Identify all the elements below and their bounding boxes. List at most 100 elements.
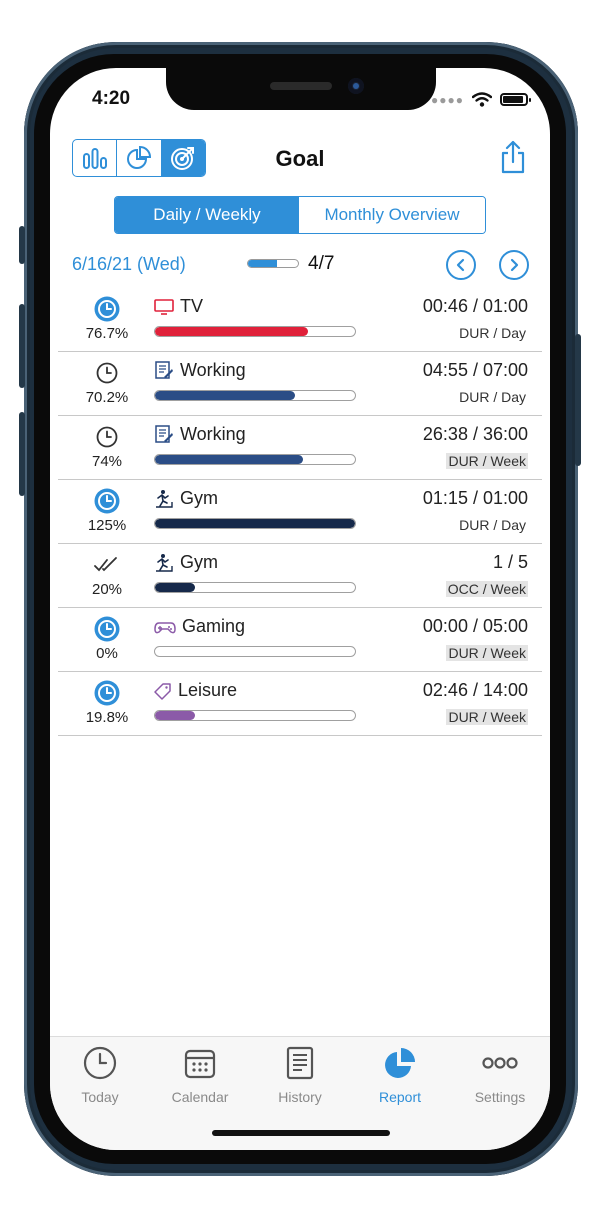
speaker — [270, 82, 332, 90]
clock-filled-icon — [94, 680, 120, 706]
current-date[interactable]: 6/16/21 (Wed) — [72, 254, 186, 275]
monthly-overview-tab[interactable]: Monthly Overview — [299, 197, 485, 233]
wifi-icon — [472, 92, 492, 107]
goals-completed-count: 4/7 — [308, 253, 335, 274]
goal-row[interactable]: 0% Gaming 00:00 / 05:00 DUR / Week — [58, 608, 542, 672]
goal-value: 1 / 5 — [492, 552, 528, 572]
status-time: 4:20 — [92, 88, 131, 109]
report-pie-icon — [350, 1045, 450, 1081]
signal-dots-icon: ●●●● — [431, 92, 464, 107]
goal-unit: DUR / Day — [459, 325, 526, 341]
volume-down-button — [19, 412, 25, 496]
goal-row[interactable]: 125% Gym 01:15 / 01:00 DUR / Day — [58, 480, 542, 544]
tab-calendar[interactable]: Calendar — [150, 1045, 250, 1105]
battery-icon — [500, 93, 531, 106]
goal-name-label: Working — [180, 360, 246, 380]
mute-switch — [19, 226, 25, 264]
goal-name-label: Gaming — [182, 616, 246, 636]
tab-label: Settings — [474, 1089, 526, 1105]
tab-history[interactable]: History — [250, 1045, 350, 1105]
goal-row[interactable]: 20% Gym 1 / 5 OCC / Week — [58, 544, 542, 608]
goal-name-label: Leisure — [178, 680, 238, 700]
goal-name: TV — [154, 296, 203, 317]
goal-progress-bar — [154, 390, 356, 401]
more-icon — [450, 1045, 550, 1081]
goal-percent: 74% — [91, 453, 123, 470]
goal-value: 26:38 / 36:00 — [422, 424, 528, 444]
tab-settings[interactable]: Settings — [450, 1045, 550, 1105]
chevron-right-icon — [510, 258, 519, 272]
goal-name: Gym — [154, 552, 218, 573]
goal-progress-bar — [154, 646, 356, 657]
daily-weekly-tab[interactable]: Daily / Weekly — [115, 197, 299, 233]
tag-icon — [154, 682, 172, 700]
goal-name: Working — [154, 424, 246, 445]
tab-label: Today — [81, 1089, 119, 1105]
clock-outline-icon — [94, 424, 120, 450]
screen: 4:20 ●●●● Goal Daily / Weekly Monthly Ov… — [50, 68, 550, 1150]
volume-up-button — [19, 304, 25, 388]
next-date-button[interactable] — [499, 250, 529, 280]
goal-unit: OCC / Week — [445, 581, 528, 597]
goal-percent: 0% — [96, 645, 118, 662]
history-icon — [250, 1045, 350, 1081]
goal-progress-fill — [155, 519, 355, 528]
clock-filled-icon — [94, 488, 120, 514]
goal-progress-bar — [154, 582, 356, 593]
goal-unit: DUR / Week — [446, 709, 528, 725]
goal-value: 04:55 / 07:00 — [422, 360, 528, 380]
goal-name-label: Working — [180, 424, 246, 444]
daily-progress-fill — [248, 260, 277, 267]
range-segmented-control: Daily / Weekly Monthly Overview — [114, 196, 486, 234]
goal-name: Leisure — [154, 680, 237, 701]
goal-row[interactable]: 76.7% TV 00:46 / 01:00 DUR / Day — [58, 288, 542, 352]
goal-row[interactable]: 70.2% Working 04:55 / 07:00 DUR / Day — [58, 352, 542, 416]
goal-name: Gym — [154, 488, 218, 509]
goal-row[interactable]: 74% Working 26:38 / 36:00 DUR / Week — [58, 416, 542, 480]
goal-row[interactable]: 19.8% Leisure 02:46 / 14:00 DUR / Week — [58, 672, 542, 736]
goal-unit: DUR / Week — [446, 453, 528, 469]
goal-progress-fill — [155, 455, 303, 464]
clock-tab-icon — [50, 1045, 150, 1081]
goal-progress-bar — [154, 518, 356, 529]
status-icons: ●●●● — [431, 92, 531, 107]
goal-percent: 125% — [87, 517, 127, 534]
goal-value: 01:15 / 01:00 — [422, 488, 528, 508]
tab-today[interactable]: Today — [50, 1045, 150, 1105]
gym-icon — [154, 489, 174, 509]
date-row: 6/16/21 (Wed) 4/7 — [72, 250, 532, 280]
goal-percent: 76.7% — [85, 325, 129, 342]
notes-icon — [154, 360, 174, 381]
tab-label: Calendar — [171, 1089, 229, 1105]
tab-report[interactable]: Report — [350, 1045, 450, 1105]
goal-list: 76.7% TV 00:46 / 01:00 DUR / Day 70.2% W… — [58, 288, 542, 736]
goal-progress-fill — [155, 391, 296, 400]
page-title: Goal — [275, 146, 325, 171]
goal-progress-bar — [154, 454, 356, 465]
notes-icon — [154, 424, 174, 445]
home-indicator — [212, 1130, 390, 1136]
tab-label: History — [278, 1089, 322, 1105]
clock-outline-icon — [94, 360, 120, 386]
daily-progress-bar — [247, 259, 299, 268]
clock-filled-icon — [94, 296, 120, 322]
share-button[interactable] — [500, 140, 526, 179]
goal-value: 00:46 / 01:00 — [422, 296, 528, 316]
share-icon — [501, 140, 525, 174]
chevron-left-icon — [456, 258, 465, 272]
goal-value: 02:46 / 14:00 — [422, 680, 528, 700]
notch — [166, 68, 436, 110]
goal-progress-fill — [155, 711, 195, 720]
goal-value: 00:00 / 05:00 — [422, 616, 528, 636]
gym-icon — [154, 553, 174, 573]
goal-progress-bar — [154, 710, 356, 721]
goal-progress-fill — [155, 583, 195, 592]
tab-label: Report — [378, 1089, 422, 1105]
goal-unit: DUR / Day — [459, 389, 526, 405]
goal-name-label: Gym — [180, 552, 218, 572]
goal-percent: 70.2% — [85, 389, 129, 406]
tv-icon — [154, 298, 174, 316]
previous-date-button[interactable] — [446, 250, 476, 280]
calendar-icon — [150, 1045, 250, 1081]
clock-filled-icon — [94, 616, 120, 642]
